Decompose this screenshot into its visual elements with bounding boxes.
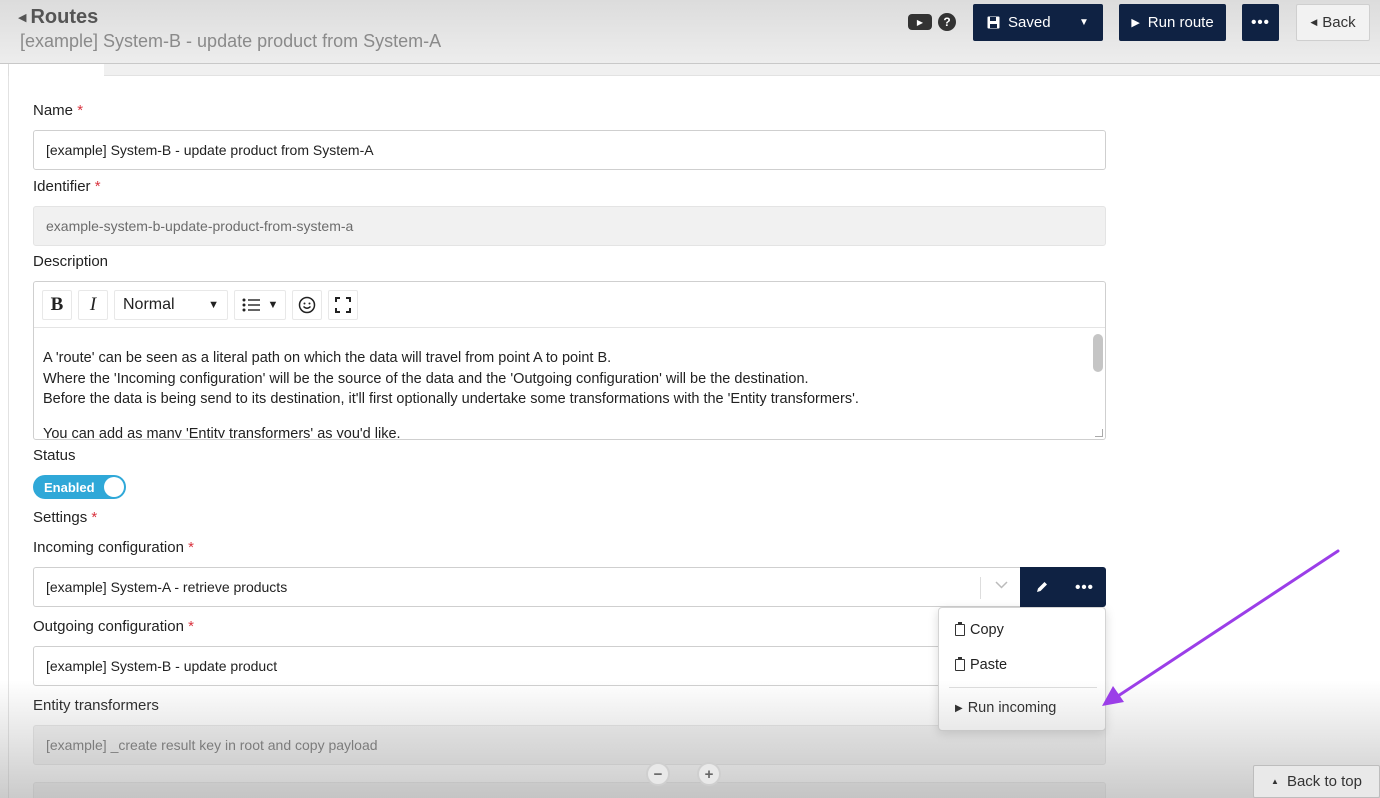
routes-link-label: Routes [30, 6, 99, 28]
bold-icon[interactable]: B [42, 289, 72, 320]
saved-button[interactable]: Saved ▼ [973, 4, 1103, 41]
video-play-icon[interactable]: ▶ [908, 14, 932, 30]
header-more-button[interactable]: ••• [1242, 4, 1279, 41]
outgoing-label-text: Outgoing configuration [33, 618, 184, 635]
incoming-more-button[interactable]: ••• [1063, 567, 1106, 607]
saved-button-label: Saved [1008, 14, 1051, 31]
menu-item-run-incoming-label: Run incoming [967, 700, 1057, 716]
incoming-configuration-select[interactable]: [example] System-A - retrieve products [33, 567, 1021, 607]
menu-item-run-incoming[interactable]: ▶ Run incoming [955, 700, 1056, 716]
routes-back-link[interactable]: ◀ Routes [18, 6, 98, 29]
status-label: Status [33, 447, 76, 464]
tab-active [8, 64, 104, 76]
select-separator [980, 577, 981, 599]
menu-divider [949, 687, 1097, 688]
more-dots-icon: ••• [1075, 578, 1094, 596]
editor-line: You can add as many 'Entity transformers… [43, 425, 401, 439]
menu-item-paste[interactable]: Paste [955, 657, 1007, 673]
required-marker: * [77, 102, 84, 119]
menu-item-copy-label: Copy [970, 622, 1004, 638]
settings-label: Settings * [33, 509, 97, 526]
incoming-configuration-label: Incoming configuration * [33, 539, 194, 556]
format-select[interactable]: Normal ▼ [114, 289, 228, 320]
saved-dropdown-toggle[interactable]: ▼ [1065, 4, 1103, 41]
list-dropdown[interactable]: ▼ [234, 289, 286, 320]
emoji-icon[interactable] [292, 289, 322, 320]
zoom-out-icon[interactable]: − [646, 762, 670, 786]
chevron-down-icon[interactable] [995, 577, 1008, 592]
header-icons: ▶ ? [908, 13, 956, 31]
caret-left-icon: ◀ [1310, 17, 1318, 27]
toggle-knob [104, 477, 124, 497]
back-to-top-label: Back to top [1286, 773, 1362, 790]
outgoing-configuration-label: Outgoing configuration * [33, 618, 194, 635]
description-label: Description [33, 253, 109, 270]
name-label: Name * [33, 102, 83, 119]
caret-left-icon: ◀ [18, 12, 27, 24]
pencil-icon [1036, 582, 1047, 592]
play-icon: ▶ [1131, 17, 1140, 29]
required-marker: * [91, 509, 98, 526]
identifier-input: example-system-b-update-product-from-sys… [33, 206, 1106, 246]
page-header: ◀ Routes [example] System-B - update pro… [0, 0, 1380, 64]
caret-down-icon: ▼ [267, 298, 279, 311]
back-button[interactable]: ◀ Back [1296, 4, 1370, 41]
editor-scrollbar[interactable] [1093, 334, 1103, 372]
back-to-top-button[interactable]: ▲ Back to top [1253, 765, 1380, 798]
back-button-label: Back [1322, 14, 1356, 31]
identifier-label-text: Identifier [33, 178, 91, 195]
name-label-text: Name [33, 102, 74, 119]
caret-down-icon: ▼ [1079, 17, 1089, 28]
page-subtitle: [example] System-B - update product from… [20, 31, 442, 51]
required-marker: * [94, 178, 101, 195]
clipboard-icon [955, 622, 965, 636]
status-toggle[interactable]: Enabled [33, 475, 126, 499]
settings-label-text: Settings [33, 509, 88, 526]
incoming-more-menu: Copy Paste ▶ Run incoming [938, 607, 1106, 731]
required-marker: * [188, 539, 194, 556]
status-toggle-label: Enabled [44, 479, 95, 495]
format-select-value: Normal [123, 295, 175, 313]
caret-down-icon: ▼ [208, 298, 219, 311]
bullet-list-icon [242, 298, 260, 311]
incoming-label-text: Incoming configuration [33, 539, 184, 556]
editor-line: Where the 'Incoming configuration' will … [43, 370, 809, 387]
required-marker: * [188, 618, 194, 635]
identifier-label: Identifier * [33, 178, 101, 195]
editor-toolbar: B I Normal ▼ ▼ [34, 282, 1105, 328]
play-icon: ▶ [955, 702, 963, 714]
more-dots-icon: ••• [1251, 14, 1270, 31]
zoom-in-icon[interactable]: + [697, 762, 721, 786]
page-border [8, 76, 9, 798]
edit-incoming-button[interactable] [1020, 567, 1063, 607]
editor-line: A 'route' can be seen as a literal path … [43, 350, 612, 366]
caret-up-icon: ▲ [1271, 777, 1279, 786]
menu-item-copy[interactable]: Copy [955, 622, 1004, 638]
tab-inactive-area [104, 64, 1380, 76]
entity-transformer-item[interactable] [33, 782, 1106, 798]
description-editor: B I Normal ▼ ▼ A 'route' can be seen as … [33, 281, 1106, 440]
run-route-label: Run route [1147, 14, 1214, 31]
name-input[interactable]: [example] System-B - update product from… [33, 130, 1106, 170]
save-icon [987, 16, 1000, 29]
clipboard-icon [955, 657, 965, 671]
italic-icon[interactable]: I [78, 289, 108, 320]
run-route-button[interactable]: ▶ Run route [1119, 4, 1226, 41]
editor-content[interactable]: A 'route' can be seen as a literal path … [34, 328, 1105, 438]
resize-handle-icon[interactable] [1095, 429, 1103, 437]
fullscreen-icon[interactable] [328, 289, 358, 320]
incoming-select-value: [example] System-A - retrieve products [46, 579, 288, 595]
editor-line: Before the data is being send to its des… [43, 391, 859, 407]
entity-transformers-label: Entity transformers [33, 697, 159, 714]
menu-item-paste-label: Paste [970, 657, 1008, 673]
entity-transformer-item[interactable]: [example] _create result key in root and… [33, 725, 1106, 765]
tab-strip [8, 64, 1380, 76]
help-icon[interactable]: ? [938, 13, 956, 31]
